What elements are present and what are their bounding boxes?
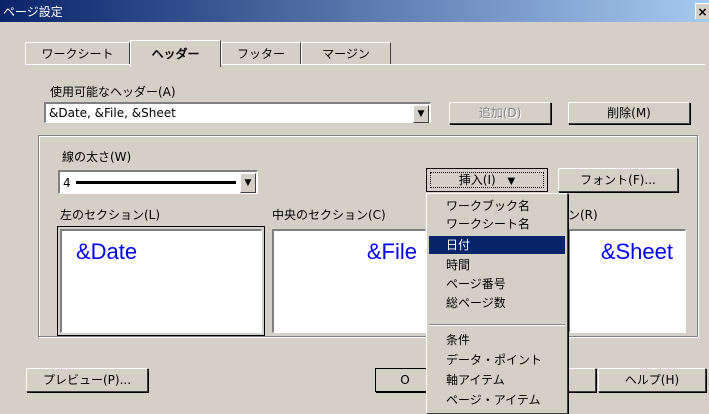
menu-item-time[interactable]: 時間 <box>429 256 565 274</box>
menu-item-page-number[interactable]: ページ番号 <box>429 275 565 293</box>
menu-separator <box>429 324 565 326</box>
window-title: ページ設定 <box>3 5 63 19</box>
tab-margin[interactable]: マージン <box>301 42 391 64</box>
tab-header[interactable]: ヘッダー <box>130 40 221 67</box>
menu-item-date[interactable]: 日付 <box>429 236 565 254</box>
line-width-combo[interactable]: 4 ▼ <box>58 170 258 194</box>
right-section-text: &Sheet <box>600 239 673 264</box>
insert-button[interactable]: 挿入(I) ▼ <box>426 168 548 192</box>
tab-worksheet[interactable]: ワークシート <box>25 42 130 64</box>
line-width-value: 4 <box>63 176 71 190</box>
line-width-label: 線の太さ(W) <box>62 150 132 164</box>
help-button-label: ヘルプ(H) <box>624 373 680 387</box>
help-button[interactable]: ヘルプ(H) <box>598 368 706 392</box>
menu-item-data-point[interactable]: データ・ポイント <box>429 351 565 369</box>
left-section-textbox[interactable]: &Date <box>57 226 265 336</box>
left-section-text: &Date <box>76 239 138 264</box>
right-section-textbox[interactable]: &Sheet <box>568 229 686 333</box>
add-button[interactable]: 追加(D) <box>449 102 551 124</box>
chevron-down-icon[interactable]: ▼ <box>413 105 429 123</box>
menu-item-page-item[interactable]: ページ・アイテム <box>429 391 565 409</box>
chevron-down-icon[interactable]: ▼ <box>240 173 256 193</box>
focus-ring <box>430 172 544 188</box>
ok-button-label: O <box>400 373 410 387</box>
preview-button-label: プレビュー(P)... <box>42 373 132 387</box>
cancel-button[interactable] <box>566 368 596 392</box>
center-section-textbox[interactable]: &File <box>272 229 426 333</box>
delete-button-label: 削除(M) <box>607 106 651 120</box>
right-section-label: ン(R) <box>568 208 598 222</box>
font-button[interactable]: フォント(F)... <box>558 168 678 192</box>
preview-button[interactable]: プレビュー(P)... <box>26 368 148 392</box>
center-section-text: &File <box>366 239 417 264</box>
menu-item-workbook-name[interactable]: ワークブック名 <box>429 197 565 215</box>
menu-item-total-pages[interactable]: 総ページ数 <box>429 294 565 312</box>
menu-item-worksheet-name[interactable]: ワークシート名 <box>429 215 565 233</box>
menu-item-axis-item[interactable]: 軸アイテム <box>429 371 565 389</box>
add-button-label: 追加(D) <box>478 106 522 120</box>
available-headers-value: &Date, &File, &Sheet <box>49 106 176 120</box>
tab-footer[interactable]: フッター <box>221 42 301 64</box>
insert-menu: ワークブック名 ワークシート名 日付 時間 ページ番号 総ページ数 条件 データ… <box>426 193 568 414</box>
center-section-label: 中央のセクション(C) <box>272 208 386 222</box>
line-sample <box>76 181 236 184</box>
title-bar: ページ設定 × <box>0 0 709 22</box>
available-headers-label: 使用可能なヘッダー(A) <box>50 85 176 99</box>
delete-button[interactable]: 削除(M) <box>568 102 690 124</box>
left-section-label: 左のセクション(L) <box>60 208 161 222</box>
available-headers-combo[interactable]: &Date, &File, &Sheet ▼ <box>44 102 431 123</box>
font-button-label: フォント(F)... <box>580 173 656 187</box>
menu-item-condition[interactable]: 条件 <box>429 331 565 349</box>
close-button[interactable]: × <box>695 3 709 19</box>
